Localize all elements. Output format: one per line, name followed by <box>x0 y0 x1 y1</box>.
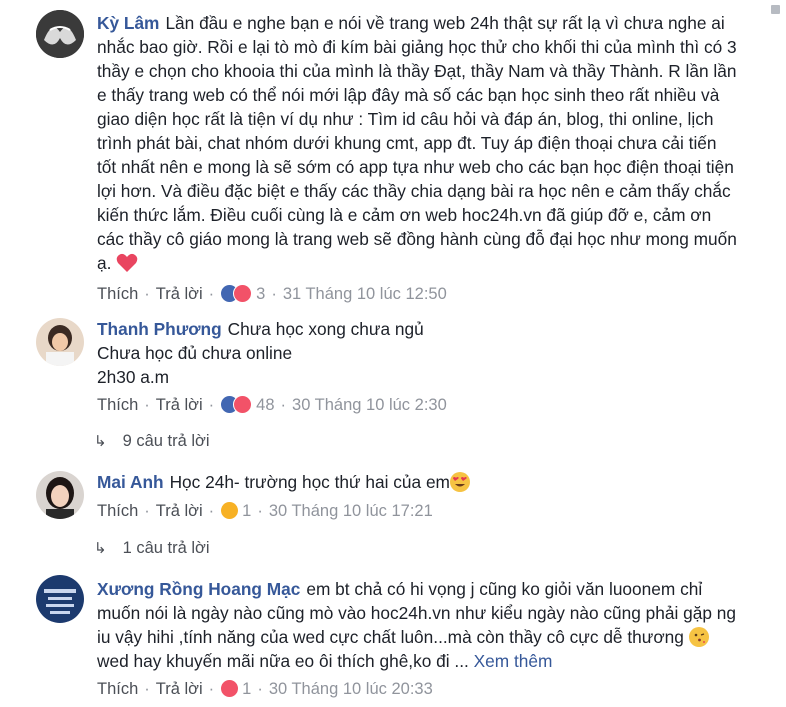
timestamp[interactable]: 30 Tháng 10 lúc 2:30 <box>292 396 447 414</box>
reaction-count: 3 <box>256 285 266 303</box>
timestamp[interactable]: 30 Tháng 10 lúc 20:33 <box>269 680 433 698</box>
view-replies-link[interactable]: ↳ 9 câu trả lời <box>94 429 210 454</box>
reply-link[interactable]: Trả lời <box>156 680 203 698</box>
like-link[interactable]: Thích <box>97 396 138 414</box>
reply-arrow-icon: ↳ <box>94 433 107 450</box>
comment-actions: Thích · Trả lời · 1 · 30 Tháng 10 lúc 17:21 <box>97 501 433 520</box>
timestamp[interactable]: 31 Tháng 10 lúc 12:50 <box>283 285 447 303</box>
comment-line-2: Chưa học đủ chưa online <box>97 343 293 363</box>
view-replies-link[interactable]: ↳ 1 câu trả lời <box>94 536 210 561</box>
like-link[interactable]: Thích <box>97 680 138 698</box>
reply-link[interactable]: Trả lời <box>156 285 203 303</box>
comment-actions: Thích · Trả lời · 48 · 30 Tháng 10 lúc 2:30 <box>97 395 447 414</box>
like-link[interactable]: Thích <box>97 502 138 520</box>
comment-text: Mai Anh Học 24h- trường học thứ hai của e… <box>97 470 737 494</box>
comment-author[interactable]: Mai Anh <box>97 472 164 492</box>
like-link[interactable]: Thích <box>97 285 138 303</box>
heart-reaction-icon <box>233 395 253 414</box>
see-more-link[interactable]: Xem thêm <box>474 651 553 671</box>
replies-count-label: 1 câu trả lời <box>122 539 210 557</box>
avatar[interactable] <box>36 471 84 519</box>
reaction-summary[interactable] <box>220 395 253 414</box>
comment-text: Thanh Phương Chưa học xong chưa ngủ Chưa … <box>97 317 737 389</box>
comment-author[interactable]: Kỳ Lâm <box>97 13 159 33</box>
reaction-count: 1 <box>242 680 252 698</box>
reply-link[interactable]: Trả lời <box>156 396 203 414</box>
avatar[interactable] <box>36 318 84 366</box>
comment-body-continued: wed hay khuyến mãi nữa eo ôi thích ghê,k… <box>97 651 469 671</box>
reply-arrow-icon: ↳ <box>94 540 107 557</box>
comment-text: Kỳ Lâm Lần đầu e nghe bạn e nói về trang … <box>97 11 737 275</box>
comment-body: Lần đầu e nghe bạn e nói về trang web 24… <box>97 13 737 273</box>
kissing-emoji <box>688 627 709 647</box>
avatar[interactable] <box>36 575 84 623</box>
heart-reaction-icon <box>233 284 253 303</box>
corner-marker <box>771 5 780 14</box>
avatar[interactable] <box>36 10 84 58</box>
heart-emoji <box>116 253 138 273</box>
comment-actions: Thích · Trả lời · 3 · 31 Tháng 10 lúc 12:50 <box>97 284 447 303</box>
heart-reaction-icon <box>220 679 240 698</box>
reaction-summary[interactable] <box>220 501 240 520</box>
comment-author[interactable]: Xương Rồng Hoang Mạc <box>97 579 300 599</box>
heart-eyes-emoji <box>449 472 470 492</box>
reaction-summary[interactable] <box>220 284 253 303</box>
reaction-count: 1 <box>242 502 252 520</box>
comment-actions: Thích · Trả lời · 1 · 30 Tháng 10 lúc 20:33 <box>97 679 433 698</box>
comment-body: Học 24h- trường học thứ hai của em <box>169 472 450 492</box>
comment-author[interactable]: Thanh Phương <box>97 319 222 339</box>
timestamp[interactable]: 30 Tháng 10 lúc 17:21 <box>269 502 433 520</box>
replies-count-label: 9 câu trả lời <box>122 432 210 450</box>
comment-line-3: 2h30 a.m <box>97 367 170 387</box>
wow-reaction-icon <box>220 501 240 520</box>
comment-text: Xương Rồng Hoang Mạc em bt chả có hi vọng… <box>97 577 737 673</box>
comment-line-1: Chưa học xong chưa ngủ <box>227 319 424 339</box>
reply-link[interactable]: Trả lời <box>156 502 203 520</box>
reaction-count: 48 <box>256 396 275 414</box>
reaction-summary[interactable] <box>220 679 240 698</box>
